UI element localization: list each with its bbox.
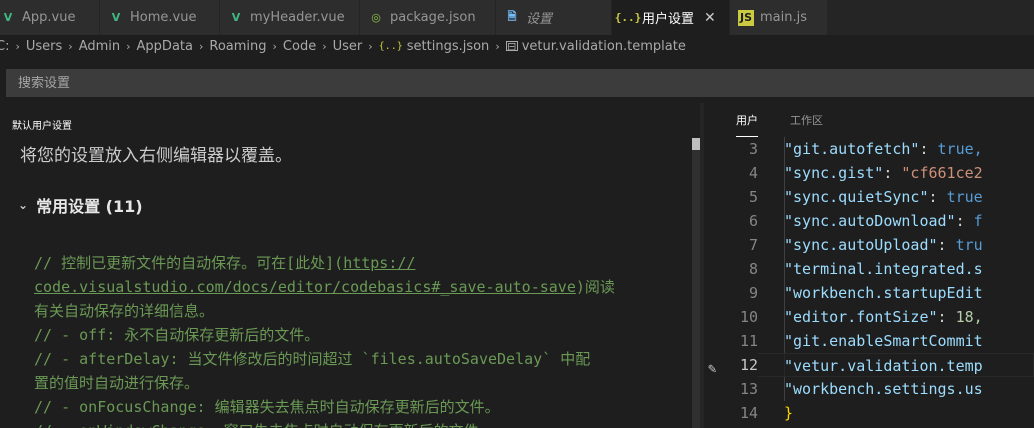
- breadcrumb-file[interactable]: {..} settings.json: [379, 39, 490, 54]
- comment-line: code.visualstudio.com/docs/editor/codeba…: [34, 278, 615, 296]
- line-number: 6: [748, 212, 758, 230]
- code-line: 11 "git.enableSmartCommit: [704, 329, 1034, 353]
- chevron-right-icon: ›: [68, 39, 73, 53]
- json-icon: {..}: [614, 11, 642, 24]
- code-line: 9 "workbench.startupEdit: [704, 281, 1034, 305]
- user-settings-editor: 用户 工作区 3 "git.autofetch": true, 4 "sync.gi…: [704, 103, 1034, 428]
- breadcrumb-item[interactable]: Users: [26, 39, 62, 54]
- js-icon: JS: [738, 9, 754, 26]
- code-line: 6 "sync.autoDownload": f: [704, 209, 1034, 233]
- comment-line: // - onWindowChange: 窗口失去焦点时自动保存更新后的文件。: [34, 419, 684, 428]
- vertical-scrollbar[interactable]: [692, 138, 700, 428]
- line-number: 4: [748, 164, 758, 182]
- line-number: 5: [748, 188, 758, 206]
- search-settings-input[interactable]: [6, 69, 1034, 97]
- vue-icon: V: [231, 11, 241, 24]
- line-number: 13: [739, 380, 758, 398]
- breadcrumb: C: › Users › Admin › AppData › Roaming ›…: [0, 35, 1034, 57]
- tab-main-js[interactable]: JS main.js: [730, 0, 828, 35]
- breadcrumb-item[interactable]: Admin: [79, 39, 120, 54]
- code-line: 13 "workbench.settings.us: [704, 377, 1034, 401]
- tab-app-vue[interactable]: V App.vue: [0, 0, 100, 35]
- line-number: 10: [739, 308, 758, 326]
- close-icon[interactable]: ✕: [704, 10, 716, 26]
- tab-workspace[interactable]: 工作区: [790, 103, 823, 137]
- tab-settings-ui[interactable]: 🗎 设置: [496, 0, 612, 35]
- breadcrumb-item[interactable]: Code: [283, 39, 316, 54]
- tab-label: App.vue: [22, 10, 76, 25]
- default-settings-pane: 默认用户设置 将您的设置放入右侧编辑器以覆盖。 ⌄ 常用设置 (11) // 控…: [0, 103, 700, 428]
- tab-label: package.json: [390, 10, 476, 25]
- tab-label: 设置: [526, 12, 553, 27]
- tab-label: 用户设置: [642, 12, 695, 27]
- code-line: 5 "sync.quietSync": true: [704, 185, 1034, 209]
- tab-user-settings[interactable]: {..} 用户设置 ✕: [612, 0, 730, 35]
- section-title: 常用设置 (11): [36, 197, 143, 216]
- chevron-right-icon: ›: [495, 39, 500, 53]
- scrollbar-thumb[interactable]: [692, 138, 700, 150]
- chevron-down-icon: ⌄: [18, 198, 29, 212]
- breadcrumb-item[interactable]: AppData: [137, 39, 193, 54]
- code-line: 8 "terminal.integrated.s: [704, 257, 1034, 281]
- tab-user[interactable]: 用户: [736, 103, 758, 137]
- code-line: 3 "git.autofetch": true,: [704, 137, 1034, 161]
- tab-package-json[interactable]: ◎ package.json: [360, 0, 496, 35]
- doc-link[interactable]: code.visualstudio.com/docs/editor/codeba…: [34, 278, 576, 296]
- breadcrumb-property-label: vetur.validation.template: [521, 38, 686, 54]
- code-line: 14}: [704, 401, 1034, 425]
- comment-line: // - afterDelay: 当文件修改后的时间超过 `files.auto…: [34, 350, 591, 368]
- line-number: 7: [748, 236, 758, 254]
- code-line-current: ✎ 12 "vetur.validation.temp: [704, 353, 1034, 377]
- setting-description-comment: // 控制已更新文件的自动保存。可在[此处](https:// code.vis…: [34, 251, 684, 428]
- chevron-right-icon: ›: [368, 39, 373, 53]
- override-hint: 将您的设置放入右侧编辑器以覆盖。: [20, 146, 292, 166]
- line-number: 11: [739, 332, 758, 350]
- line-number: 3: [748, 140, 758, 158]
- file-icon: 🗎: [507, 10, 517, 23]
- breadcrumb-item[interactable]: Roaming: [209, 39, 266, 54]
- line-number: 14: [739, 404, 758, 422]
- settings-target-tabs: 用户 工作区: [704, 103, 1034, 137]
- comment-line: // 控制已更新文件的自动保存。可在[此处](https://: [34, 254, 416, 272]
- comment-line: // - onFocusChange: 编辑器失去焦点时自动保存更新后的文件。: [34, 398, 500, 416]
- tab-label: myHeader.vue: [250, 10, 345, 25]
- section-common-settings[interactable]: ⌄ 常用设置 (11): [18, 193, 143, 217]
- comment-line: 有关自动保存的详细信息。: [34, 302, 215, 320]
- editor-tab-bar: V App.vue V Home.vue V myHeader.vue ◎ pa…: [0, 0, 1034, 35]
- comment-line: 置的值时自动进行保存。: [34, 374, 200, 392]
- chevron-right-icon: ›: [126, 39, 131, 53]
- chevron-right-icon: ›: [15, 39, 20, 53]
- tab-home-vue[interactable]: V Home.vue: [100, 0, 220, 35]
- code-line: 4 "sync.gist": "cf661ce2: [704, 161, 1034, 185]
- npm-package-icon: ◎: [371, 11, 381, 24]
- comment-line: // - off: 永不自动保存更新后的文件。: [34, 326, 320, 344]
- line-number: 9: [748, 284, 758, 302]
- code-line: 7 "sync.autoUpload": tru: [704, 233, 1034, 257]
- breadcrumb-item[interactable]: C:: [0, 39, 9, 54]
- breadcrumb-item[interactable]: User: [333, 39, 363, 54]
- line-number: 8: [748, 260, 758, 278]
- vue-icon: V: [3, 11, 13, 24]
- json-icon: {..}: [378, 40, 403, 52]
- code-line: 10 "editor.fontSize": 18,: [704, 305, 1034, 329]
- chevron-right-icon: ›: [272, 39, 277, 53]
- default-settings-header: 默认用户设置: [12, 121, 72, 132]
- tab-label: Home.vue: [130, 10, 197, 25]
- chevron-right-icon: ›: [198, 39, 204, 53]
- property-icon: ⊟: [505, 39, 518, 53]
- vue-icon: V: [111, 11, 121, 24]
- breadcrumb-property[interactable]: ⊟ vetur.validation.template: [505, 38, 686, 54]
- chevron-right-icon: ›: [322, 39, 327, 53]
- code-editor[interactable]: 3 "git.autofetch": true, 4 "sync.gist": "c…: [704, 137, 1034, 425]
- tab-label: main.js: [760, 10, 807, 25]
- tab-myheader-vue[interactable]: V myHeader.vue: [220, 0, 360, 35]
- settings-search-bar: [0, 57, 1034, 103]
- doc-link[interactable]: https://: [343, 254, 415, 272]
- breadcrumb-file-label: settings.json: [406, 38, 490, 54]
